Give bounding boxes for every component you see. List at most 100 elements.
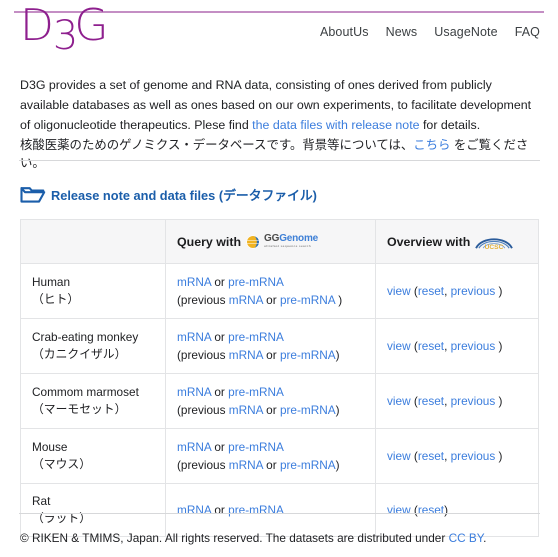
species-name-en: Commom marmoset (32, 385, 139, 399)
overview-reset-link[interactable]: reset (418, 284, 444, 298)
query-current-line: mRNA or pre-mRNA (177, 273, 364, 291)
query-current-line: mRNA or pre-mRNA (177, 383, 364, 401)
query-previous-suffix: ) (335, 293, 343, 307)
query-previous-sep: or (262, 458, 280, 472)
query-current-line: mRNA or pre-mRNA (177, 501, 364, 519)
overview-previous-link[interactable]: previous (451, 284, 496, 298)
query-previous-pre-mrna-link[interactable]: pre-mRNA (280, 458, 336, 472)
species-name-jp: （マーモセット） (32, 402, 127, 416)
overview-previous-link[interactable]: previous (451, 339, 496, 353)
query-mrna-link[interactable]: mRNA (177, 275, 211, 289)
overview-reset-link[interactable]: reset (418, 503, 444, 517)
query-mrna-link[interactable]: mRNA (177, 385, 211, 399)
query-previous-mrna-link[interactable]: mRNA (229, 293, 263, 307)
overview-view-link[interactable]: view (387, 339, 411, 353)
query-pre-mrna-link[interactable]: pre-mRNA (228, 440, 284, 454)
query-pre-mrna-link[interactable]: pre-mRNA (228, 330, 284, 344)
species-cell-mouse: Mouse （マウス） (20, 428, 166, 484)
query-pre-mrna-link[interactable]: pre-mRNA (228, 275, 284, 289)
species-name-en: Crab-eating monkey (32, 330, 139, 344)
site-logo[interactable]: D3G (20, 4, 110, 57)
query-previous-line: (previous mRNA or pre-mRNA) (177, 346, 364, 364)
query-sep: or (211, 385, 229, 399)
species-data-table: Query with GGGenome ultrafast sequence s… (20, 219, 539, 537)
query-sep: or (211, 503, 229, 517)
globe-icon (246, 234, 260, 249)
overview-view-link[interactable]: view (387, 503, 411, 517)
logo-letter-g: G (74, 0, 108, 51)
overview-previous-link[interactable]: previous (451, 394, 496, 408)
data-files-release-note-link[interactable]: the data files with release note (252, 118, 419, 132)
gggenome-logo: GGGenome ultrafast sequence search (246, 233, 319, 249)
gggenome-genome: Genome (279, 233, 319, 245)
species-cell-crab-eating-monkey: Crab-eating monkey （カニクイザル） (20, 318, 166, 374)
main-nav: AboutUs News UsageNote FAQ (320, 25, 540, 39)
query-sep: or (211, 440, 229, 454)
overview-previous-link[interactable]: previous (451, 449, 496, 463)
query-previous-suffix: ) (335, 403, 340, 417)
query-previous-suffix: ) (335, 348, 340, 362)
query-previous-mrna-link[interactable]: mRNA (229, 348, 263, 362)
ucsc-genome-browser-logo-icon: UCSC (475, 234, 514, 251)
query-cell-common-marmoset: mRNA or pre-mRNA (previous mRNA or pre-m… (165, 373, 376, 429)
overview-close-paren: ) (495, 449, 503, 463)
overview-open-paren: ( (410, 284, 418, 298)
query-mrna-link[interactable]: mRNA (177, 330, 211, 344)
query-previous-pre-mrna-link[interactable]: pre-mRNA (280, 293, 335, 307)
nav-item-aboutus[interactable]: AboutUs (320, 25, 369, 39)
overview-reset-link[interactable]: reset (418, 339, 444, 353)
query-previous-pre-mrna-link[interactable]: pre-mRNA (280, 348, 336, 362)
overview-reset-link[interactable]: reset (418, 394, 444, 408)
table-row: Mouse （マウス） mRNA or pre-mRNA (previous m… (20, 428, 539, 484)
column-header-species (20, 219, 166, 264)
query-previous-prefix: (previous (177, 403, 229, 417)
section-header-release-notes: Release note and data files (データファイル) (20, 185, 317, 204)
query-previous-sep: or (262, 403, 280, 417)
overview-cell-human: view (reset, previous ) (375, 263, 539, 319)
query-previous-suffix: ) (335, 458, 340, 472)
overview-close-paren: ) (495, 284, 503, 298)
table-row: Rat （ラット） mRNA or pre-mRNA view (reset) (20, 483, 539, 537)
ucsc-logo-text: UCSC (485, 244, 504, 251)
jp-background-link[interactable]: こちら (413, 138, 450, 152)
nav-item-usagenote[interactable]: UsageNote (434, 25, 497, 39)
overview-close-paren: ) (495, 394, 503, 408)
query-previous-pre-mrna-link[interactable]: pre-mRNA (280, 403, 336, 417)
query-pre-mrna-link[interactable]: pre-mRNA (228, 503, 284, 517)
query-previous-mrna-link[interactable]: mRNA (229, 403, 263, 417)
query-cell-crab-eating-monkey: mRNA or pre-mRNA (previous mRNA or pre-m… (165, 318, 376, 374)
species-cell-rat: Rat （ラット） (20, 483, 166, 537)
site-header: D3G AboutUs News UsageNote FAQ (0, 0, 558, 63)
overview-view-link[interactable]: view (387, 394, 411, 408)
content-divider-top (19, 160, 540, 161)
species-cell-common-marmoset: Commom marmoset （マーモセット） (20, 373, 166, 429)
query-mrna-link[interactable]: mRNA (177, 440, 211, 454)
overview-cell-mouse: view (reset, previous ) (375, 428, 539, 484)
overview-view-link[interactable]: view (387, 284, 411, 298)
overview-close-paren: ) (495, 339, 503, 353)
query-sep: or (211, 330, 229, 344)
query-mrna-link[interactable]: mRNA (177, 503, 211, 517)
footer-copyright: © RIKEN & TMIMS, Japan. All rights reser… (20, 531, 486, 545)
query-previous-mrna-link[interactable]: mRNA (229, 458, 263, 472)
page-root: D3G AboutUs News UsageNote FAQ D3G provides… (0, 0, 558, 557)
overview-cell-common-marmoset: view (reset, previous ) (375, 373, 539, 429)
overview-open-paren: ( (410, 449, 418, 463)
query-cell-mouse: mRNA or pre-mRNA (previous mRNA or pre-m… (165, 428, 376, 484)
column-header-query-label: Query with (177, 234, 242, 249)
folder-open-icon (20, 185, 46, 203)
overview-reset-link[interactable]: reset (418, 449, 444, 463)
overview-view-link[interactable]: view (387, 449, 411, 463)
nav-item-faq[interactable]: FAQ (515, 25, 540, 39)
species-name-jp: （カニクイザル） (32, 347, 127, 361)
footer-text-after: . (483, 531, 487, 545)
overview-open-paren: ( (410, 339, 418, 353)
query-pre-mrna-link[interactable]: pre-mRNA (228, 385, 284, 399)
gggenome-tagline: ultrafast sequence search (264, 244, 311, 249)
nav-item-news[interactable]: News (386, 25, 418, 39)
cc-by-license-link[interactable]: CC BY (449, 531, 484, 545)
gggenome-gg: GG (264, 233, 280, 245)
query-previous-prefix: (previous (177, 293, 229, 307)
section-header-label: Release note and data files (データファイル) (51, 188, 317, 203)
table-row: Human （ヒト） mRNA or pre-mRNA (previous mR… (20, 263, 539, 319)
